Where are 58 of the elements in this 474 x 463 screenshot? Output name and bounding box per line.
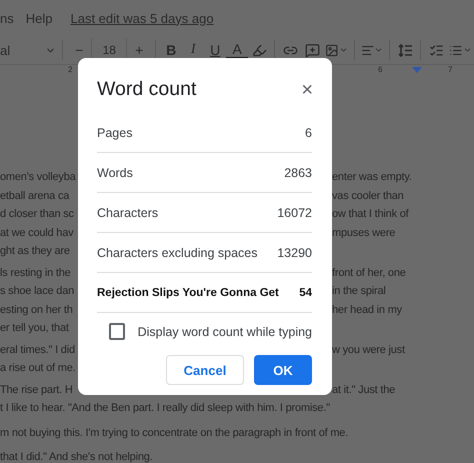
document-text-line: at it." Just the [332,382,396,398]
highlighter-icon [252,42,267,58]
stat-value: 54 [299,286,312,298]
document-text-line: w you were just [332,342,405,358]
document-text-line: in the spiral [332,284,386,299]
document-text-line: vas cooler than [332,188,404,204]
document-text-line: her head in my [332,302,402,318]
document-text-line: The rise part. H [0,382,73,398]
close-button[interactable]: × [299,80,315,100]
document-text-line: ow that I think of [332,207,408,222]
ruler-number: 6 [378,65,382,74]
increase-size-button[interactable]: + [127,38,152,62]
line-spacing-icon [398,42,413,58]
document-text-line: ls resting in the [0,266,71,280]
stat-label: Rejection Slips You're Gonna Get [97,286,279,298]
document-text-line: that I did." And she's not helping. [0,450,153,463]
menu-item[interactable]: ns [0,10,14,26]
document-text-line: mpuses were [332,226,396,240]
checklist-icon [428,42,444,58]
menu-item[interactable]: Help [26,10,52,26]
stat-label: Characters excluding spaces [97,246,258,260]
document-text-line: enter was empty. [332,170,412,185]
italic-button[interactable]: I [182,38,204,62]
document-text-line: t I like to hear. "And the Ben part. I really did sleep with him. I promise." [0,401,330,416]
document-text-line: omen's volleyba [0,170,76,185]
image-icon [325,42,339,58]
document-text-line: etball arena ca [0,188,70,204]
font-dropdown[interactable]: al [0,38,58,62]
decrease-size-button[interactable]: − [67,38,92,62]
add-comment-icon [304,42,320,58]
indent-marker[interactable] [412,67,422,73]
document-text-line: front of her, one [332,266,406,280]
checkbox[interactable] [109,323,125,340]
checkbox-label: Display word count while typing [138,324,312,338]
ruler-number: 2 [68,65,72,74]
last-edit-link[interactable]: Last edit was 5 days ago [70,10,214,26]
ok-button[interactable]: OK [254,355,312,385]
stat-value: 13290 [277,246,312,260]
document-text-line: eral times." I did [0,342,75,358]
document-text-line: er tell you, that [0,321,69,336]
stat-label: Characters [97,206,158,220]
cancel-button[interactable]: Cancel [166,355,244,385]
dialog-title: Word count [97,78,196,101]
document-text-line: esting on her th [0,302,73,318]
stat-value: 16072 [277,206,312,220]
stat-label: Pages [97,126,132,140]
document-text-line: d closer than sc [0,207,74,222]
document-text-line: ght as they are [0,244,70,259]
document-text-line: m not buying this. I'm trying to concentrate on the paragraph in front of me. [0,426,348,440]
stat-value: 2863 [284,166,312,180]
ruler-number: 7 [448,65,452,74]
bold-button[interactable]: B [160,38,182,62]
stat-label: Words [97,166,133,180]
underline-button[interactable]: U [204,38,226,62]
document-text-line: at we could hav [0,226,74,240]
document-text-line: a rise out of me. [0,361,76,376]
stat-value: 6 [305,126,312,140]
document-text-line: s shoe lace dan [0,284,74,299]
